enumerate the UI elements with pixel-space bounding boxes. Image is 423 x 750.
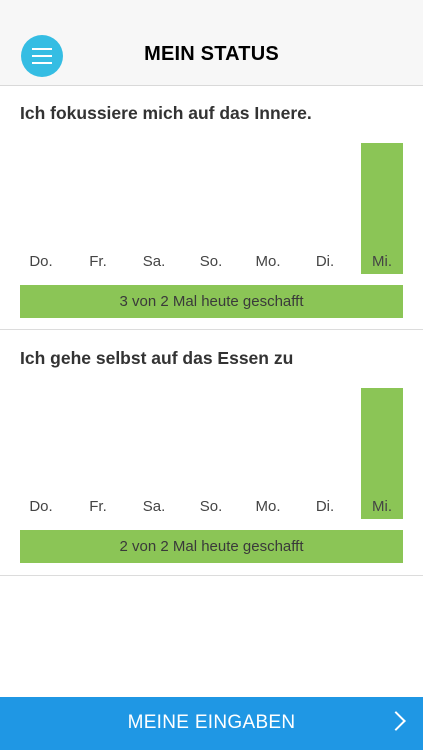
day-label: Mo. <box>255 253 281 270</box>
app-header: MEIN STATUS <box>0 0 423 86</box>
day-label-today: Mi. <box>372 253 392 270</box>
habit-title: Ich fokussiere mich auf das Innere. <box>20 103 312 123</box>
habit-title: Ich gehe selbst auf das Essen zu <box>20 348 294 368</box>
my-entries-label: MEINE EINGABEN <box>127 712 296 733</box>
daily-progress-bar: 2 von 2 Mal heute geschafft <box>20 530 403 563</box>
my-entries-button[interactable]: MEINE EINGABEN <box>0 697 423 750</box>
day-label: Do. <box>29 253 53 270</box>
daily-progress-bar: 3 von 2 Mal heute geschafft <box>20 285 403 318</box>
day-label: Di. <box>315 498 335 515</box>
day-label: Fr. <box>89 253 107 270</box>
day-label: Mo. <box>255 498 281 515</box>
divider <box>0 575 423 576</box>
day-label: So. <box>199 498 223 515</box>
day-label: Sa. <box>142 253 166 270</box>
day-label: Di. <box>315 253 335 270</box>
day-label: Fr. <box>89 498 107 515</box>
day-label-today: Mi. <box>372 498 392 515</box>
day-label: So. <box>199 253 223 270</box>
page-title: MEIN STATUS <box>144 43 279 65</box>
day-label: Do. <box>29 498 53 515</box>
day-label: Sa. <box>142 498 166 515</box>
divider <box>0 329 423 330</box>
